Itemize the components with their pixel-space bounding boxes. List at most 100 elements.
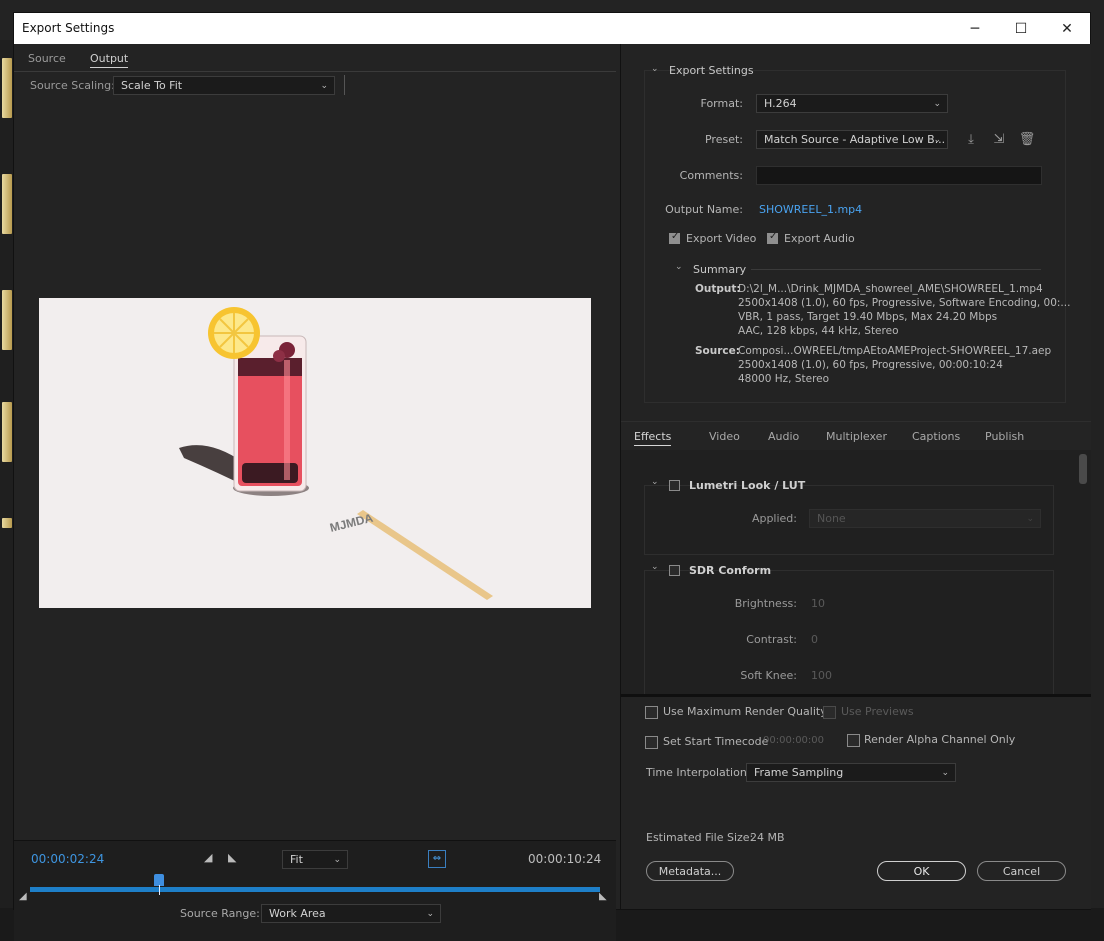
chevron-down-icon: ⌄ <box>941 768 949 778</box>
timeline: 00:00:02:24 ◢ ◣ Fit ⌄ ⇔ 00:00:10:24 ◢ ◣ … <box>14 840 616 941</box>
current-timecode[interactable]: 00:00:02:24 <box>31 852 104 866</box>
soft-knee-value[interactable]: 100 <box>811 669 832 682</box>
settings-tabs: Effects Video Audio Multiplexer Captions… <box>621 421 1091 451</box>
tab-multiplexer[interactable]: Multiplexer <box>826 430 887 443</box>
soft-knee-label: Soft Knee: <box>740 669 797 682</box>
minimize-icon: ─ <box>970 20 980 37</box>
set-start-timecode-label: Set Start Timecode <box>663 735 769 748</box>
preset-label: Preset: <box>704 133 743 146</box>
preview-frame-image: MJMDA <box>179 307 493 600</box>
tab-output[interactable]: Output <box>90 52 129 68</box>
import-preset-icon[interactable]: ⇲ <box>990 132 1008 148</box>
tab-source[interactable]: Source <box>28 52 66 65</box>
background-thumbnail-strip <box>0 40 13 908</box>
tab-audio[interactable]: Audio <box>768 430 799 443</box>
close-button[interactable]: ✕ <box>1044 13 1090 44</box>
settings-panel: ⌄ Export Settings Format: H.264 ⌄ Preset… <box>620 44 1091 909</box>
lumetri-applied-dropdown[interactable]: None ⌄ <box>809 509 1041 528</box>
sdr-conform-checkbox[interactable] <box>669 565 680 576</box>
background-thumbnail <box>2 402 12 462</box>
chevron-down-icon[interactable]: ⌄ <box>651 64 659 74</box>
window-title: Export Settings <box>22 21 115 35</box>
zoom-dropdown[interactable]: Fit ⌄ <box>282 850 348 869</box>
source-scaling-label: Source Scaling: <box>30 79 115 92</box>
summary-output-line: D:\2l_M...\Drink_MJMDA_showreel_AME\SHOW… <box>738 283 1043 295</box>
output-name-label: Output Name: <box>665 203 743 216</box>
source-scaling-dropdown[interactable]: Scale To Fit ⌄ <box>113 76 335 95</box>
render-alpha-checkbox[interactable] <box>847 734 860 747</box>
mark-in-icon[interactable]: ◢ <box>204 851 212 864</box>
use-previews-label: Use Previews <box>841 705 914 718</box>
export-audio-checkbox[interactable] <box>767 231 778 244</box>
source-range-value: Work Area <box>269 907 326 920</box>
comments-input[interactable] <box>756 166 1042 185</box>
timeline-bar[interactable] <box>30 887 600 892</box>
effects-scroll-area: ⌄ Lumetri Look / LUT Applied: None ⌄ ⌄ S… <box>621 450 1091 694</box>
summary-header: Summary <box>693 263 747 276</box>
brightness-value[interactable]: 10 <box>811 597 825 610</box>
set-start-timecode-checkbox[interactable] <box>645 736 658 749</box>
chevron-down-icon: ⌄ <box>1026 514 1034 524</box>
format-value: H.264 <box>764 97 797 110</box>
cancel-button[interactable]: Cancel <box>977 861 1066 881</box>
estimated-file-size-value: 24 MB <box>750 831 785 844</box>
close-icon: ✕ <box>1061 20 1073 37</box>
minimize-button[interactable]: ─ <box>952 13 998 44</box>
time-interpolation-dropdown[interactable]: Frame Sampling ⌄ <box>746 763 956 782</box>
use-previews-checkbox[interactable] <box>823 706 836 719</box>
format-label: Format: <box>700 97 743 110</box>
maximize-icon: ☐ <box>1014 20 1028 37</box>
chevron-down-icon[interactable]: ⌄ <box>675 262 683 272</box>
chevron-down-icon[interactable]: ⌄ <box>651 562 659 572</box>
background-right-panel <box>1089 40 1104 908</box>
divider <box>751 269 1041 270</box>
summary-source-line: 48000 Hz, Stereo <box>738 373 830 385</box>
export-settings-window: Export Settings ─ ☐ ✕ Source Output Sour… <box>13 12 1091 941</box>
preset-value: Match Source - Adaptive Low B... <box>764 133 946 146</box>
max-render-quality-checkbox[interactable] <box>645 706 658 719</box>
lumetri-applied-value: None <box>817 512 846 525</box>
export-audio-label: Export Audio <box>784 232 855 245</box>
export-settings-header: Export Settings <box>669 64 754 77</box>
summary-source-line: Composi...OWREEL/tmpAEtoAMEProject-SHOWR… <box>738 345 1052 357</box>
format-dropdown[interactable]: H.264 ⌄ <box>756 94 948 113</box>
background-thumbnail <box>2 58 12 118</box>
summary-output-line: AAC, 128 kbps, 44 kHz, Stereo <box>738 325 899 337</box>
export-video-checkbox[interactable] <box>669 231 680 244</box>
range-end-handle-icon[interactable]: ◣ <box>599 891 607 902</box>
summary-output-label: Output: <box>695 283 741 295</box>
lumetri-checkbox[interactable] <box>669 480 680 491</box>
estimated-file-size-label: Estimated File Size: <box>646 831 754 844</box>
start-timecode-input[interactable]: 00:00:00:00 <box>763 735 824 746</box>
maximize-button[interactable]: ☐ <box>998 13 1044 44</box>
mark-out-icon[interactable]: ◣ <box>228 851 236 864</box>
fit-to-frame-icon[interactable]: ⇔ <box>428 850 446 868</box>
divider <box>14 71 616 72</box>
divider <box>621 694 1091 697</box>
output-name-link[interactable]: SHOWREEL_1.mp4 <box>759 203 862 216</box>
duration-timecode: 00:00:10:24 <box>528 852 602 866</box>
metadata-button[interactable]: Metadata... <box>646 861 734 881</box>
background-thumbnail <box>2 290 12 350</box>
tab-publish[interactable]: Publish <box>985 430 1024 443</box>
ok-button[interactable]: OK <box>877 861 966 881</box>
summary-output-line: VBR, 1 pass, Target 19.40 Mbps, Max 24.2… <box>738 311 998 323</box>
source-range-dropdown[interactable]: Work Area ⌄ <box>261 904 441 923</box>
contrast-value[interactable]: 0 <box>811 633 818 646</box>
comments-label: Comments: <box>679 169 743 182</box>
tab-video[interactable]: Video <box>709 430 740 443</box>
scrollbar-thumb[interactable] <box>1079 454 1087 484</box>
tab-effects[interactable]: Effects <box>634 430 672 446</box>
tab-captions[interactable]: Captions <box>912 430 960 443</box>
lumetri-title: Lumetri Look / LUT <box>689 479 806 492</box>
contrast-label: Contrast: <box>746 633 797 646</box>
chevron-down-icon[interactable]: ⌄ <box>651 477 659 487</box>
preset-dropdown[interactable]: Match Source - Adaptive Low B... ⌄ <box>756 130 948 149</box>
delete-preset-icon[interactable]: 🗑 <box>1018 132 1036 148</box>
render-alpha-label: Render Alpha Channel Only <box>864 733 1016 746</box>
summary-output-line: 2500x1408 (1.0), 60 fps, Progressive, So… <box>738 297 1071 309</box>
divider <box>344 75 345 95</box>
save-preset-icon[interactable]: ⤓ <box>962 132 980 148</box>
background-thumbnail <box>2 518 12 528</box>
range-start-handle-icon[interactable]: ◢ <box>19 891 27 902</box>
